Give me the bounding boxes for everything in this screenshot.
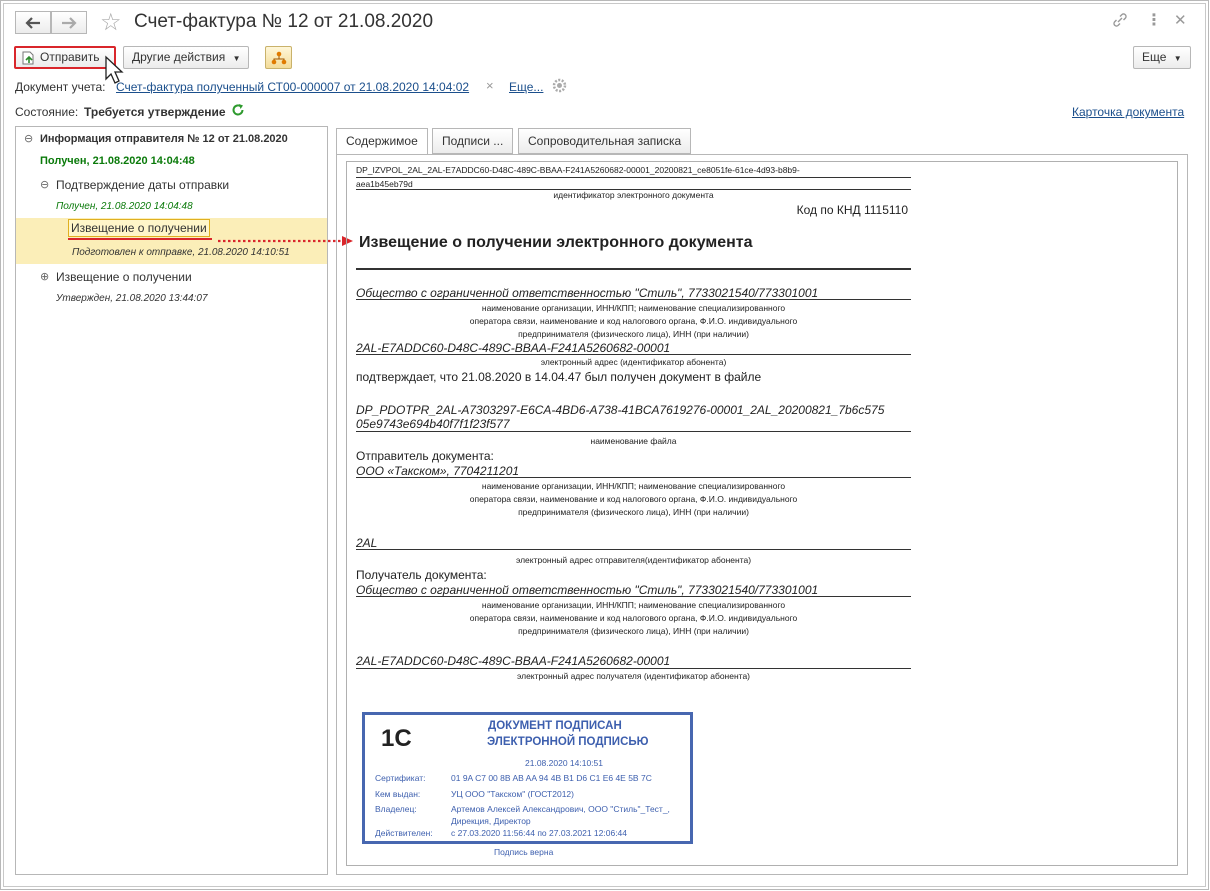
divider: [356, 354, 911, 355]
send-button[interactable]: Отправить: [14, 46, 116, 69]
doc-knd: Код по КНД 1115110: [796, 203, 908, 217]
stamp-cert-value: 01 9A C7 00 8B AB AA 94 4B B1 D6 C1 E6 4…: [451, 773, 652, 783]
arrow-right-icon: [62, 17, 77, 29]
doc-id-line2: aea1b45eb79d: [356, 179, 413, 189]
org-caption-3: предпринимателя (физического лица), ИНН …: [518, 507, 749, 517]
org-caption-2: оператора связи, наименование и код нало…: [469, 613, 798, 623]
stamp-valid-label: Действителен:: [375, 828, 433, 838]
more-vertical-icon[interactable]: ⋮: [1146, 10, 1162, 30]
dropdown-arrow-icon: ▼: [1173, 54, 1182, 63]
refresh-icon[interactable]: [231, 103, 245, 117]
state-value: Требуется утверждение: [84, 105, 226, 119]
doc-org1: Общество с ограниченной ответственностью…: [356, 286, 819, 300]
account-doc-label: Документ учета:: [15, 80, 106, 94]
divider: [356, 477, 911, 478]
org-caption-1: наименование организации, ИНН/КПП; наиме…: [481, 600, 786, 610]
arrow-left-icon: [25, 17, 40, 29]
back-button[interactable]: [15, 11, 51, 34]
tab-signatures[interactable]: Подписи ...: [432, 128, 514, 154]
stamp-valid-value: с 27.03.2020 11:56:44 по 27.03.2021 12:0…: [451, 828, 628, 838]
doc-file-line1: DP_PDOTPR_2AL-A7303297-E6CA-4BD6-A738-41…: [356, 403, 885, 417]
file-caption: наименование файла: [590, 436, 677, 446]
divider: [356, 668, 911, 669]
stamp-issuer-value: УЦ ООО "Такском" (ГОСТ2012): [451, 789, 574, 799]
tree-item-selected-status: Подготовлен к отправке, 21.08.2020 14:10…: [72, 247, 290, 258]
recipient-label: Получатель документа:: [356, 568, 487, 582]
favorite-star-icon[interactable]: ☆: [100, 8, 122, 37]
settings-gear-icon[interactable]: [552, 78, 567, 93]
page-title: Счет-фактура № 12 от 21.08.2020: [134, 11, 434, 32]
stamp-title2: ЭЛЕКТРОННОЙ ПОДПИСЬЮ: [487, 736, 649, 748]
signature-verified: Подпись верна: [494, 847, 554, 857]
stamp-title1: ДОКУМЕНТ ПОДПИСАН: [488, 720, 622, 732]
tree-item-receipt-notice-status: Утвержден, 21.08.2020 13:44:07: [56, 293, 208, 304]
stamp-cert-label: Сертификат:: [375, 773, 426, 783]
divider: [356, 177, 911, 178]
signature-stamp: 1С ДОКУМЕНТ ПОДПИСАН ЭЛЕКТРОННОЙ ПОДПИСЬ…: [362, 712, 693, 844]
org-caption-1: наименование организации, ИНН/КПП; наиме…: [481, 303, 786, 313]
recipient-addr: 2AL-E7ADDC60-D48C-489C-BBAA-F241A5260682…: [356, 654, 671, 668]
account-doc-link[interactable]: Счет-фактура полученный СТ00-000007 от 2…: [116, 80, 469, 94]
expand-icon[interactable]: ⊕: [40, 270, 49, 283]
forward-button[interactable]: [51, 11, 87, 34]
red-dotted-arrow: [218, 236, 353, 246]
tree-root-title[interactable]: Информация отправителя № 12 от 21.08.202…: [40, 133, 288, 145]
other-actions-dropdown[interactable]: Другие действия ▼: [123, 46, 250, 69]
doc-id-line1: DP_IZVPOL_2AL_2AL-E7ADDC60-D48C-489C-BBA…: [356, 165, 800, 175]
doc-confirm-text: подтверждает, что 21.08.2020 в 14.04.47 …: [356, 370, 762, 384]
1c-logo: 1С: [381, 725, 412, 752]
org-caption-2: оператора связи, наименование и код нало…: [469, 494, 798, 504]
divider: [356, 268, 911, 270]
org-caption-3: предпринимателя (физического лица), ИНН …: [518, 329, 749, 339]
recipient-addr-caption: электронный адрес получателя (идентифика…: [516, 671, 751, 681]
addr-caption: электронный адрес (идентификатор абонент…: [540, 357, 727, 367]
sender-value: ООО «Такском», 7704211201: [356, 464, 520, 478]
doc-id-caption: идентификатор электронного документа: [553, 190, 714, 200]
collapse-icon[interactable]: ⊖: [40, 178, 49, 191]
sender-addr-caption: электронный адрес отправителя(идентифика…: [515, 555, 752, 565]
tree-item-receipt-notice[interactable]: Извещение о получении: [56, 270, 192, 284]
tab-cover-note[interactable]: Сопроводительная записка: [518, 128, 692, 154]
doc-file-line2: 05e9743e694b40f7f1f23f577: [356, 417, 510, 431]
tree-item-confirm-date-status: Получен, 21.08.2020 14:04:48: [56, 201, 193, 212]
link-icon[interactable]: [1112, 12, 1128, 32]
sender-addr: 2AL: [356, 536, 378, 550]
doc-addr1: 2AL-E7ADDC60-D48C-489C-BBAA-F241A5260682…: [356, 341, 671, 355]
dropdown-arrow-icon: ▼: [232, 54, 241, 63]
sender-label: Отправитель документа:: [356, 449, 494, 463]
more-button[interactable]: Еще ▼: [1133, 46, 1191, 69]
hierarchy-icon: [271, 51, 287, 65]
other-actions-label: Другие действия: [132, 50, 226, 64]
document-card-link[interactable]: Карточка документа: [1072, 105, 1184, 119]
recipient-value: Общество с ограниченной ответственностью…: [356, 583, 819, 597]
document-structure-button[interactable]: [265, 46, 292, 69]
divider: [356, 299, 911, 300]
org-caption-2: оператора связи, наименование и код нало…: [469, 316, 798, 326]
tab-content[interactable]: Содержимое: [336, 128, 428, 155]
account-doc-more-link[interactable]: Еще...: [509, 80, 543, 94]
doc-heading: Извещение о получении электронного докум…: [359, 234, 753, 251]
more-label: Еще: [1142, 50, 1167, 64]
send-label: Отправить: [40, 50, 100, 64]
stamp-issuer-label: Кем выдан:: [375, 789, 421, 799]
divider: [356, 596, 911, 597]
clear-icon[interactable]: ×: [486, 78, 494, 93]
org-caption-3: предпринимателя (физического лица), ИНН …: [518, 626, 749, 636]
stamp-owner-value2: Дирекция, Директор: [451, 816, 531, 826]
tree-item-receipt-notice-selected[interactable]: Извещение о получении: [68, 219, 210, 237]
stamp-date: 21.08.2020 14:10:51: [525, 758, 603, 768]
red-underline: [68, 238, 212, 240]
tree-root-status: Получен, 21.08.2020 14:04:48: [40, 155, 195, 167]
send-document-icon: [22, 51, 34, 65]
state-label: Состояние:: [15, 105, 79, 119]
stamp-owner-label: Владелец:: [375, 804, 417, 814]
stamp-owner-value1: Артемов Алексей Александрович, ООО "Стил…: [451, 804, 670, 814]
tree-item-confirm-date[interactable]: Подтверждение даты отправки: [56, 178, 229, 192]
tree-item-receipt-notice-label: Извещение о получении: [71, 221, 207, 235]
divider: [356, 431, 911, 432]
divider: [356, 549, 911, 550]
close-icon[interactable]: ✕: [1174, 11, 1187, 29]
org-caption-1: наименование организации, ИНН/КПП; наиме…: [481, 481, 786, 491]
collapse-icon[interactable]: ⊖: [24, 132, 33, 145]
